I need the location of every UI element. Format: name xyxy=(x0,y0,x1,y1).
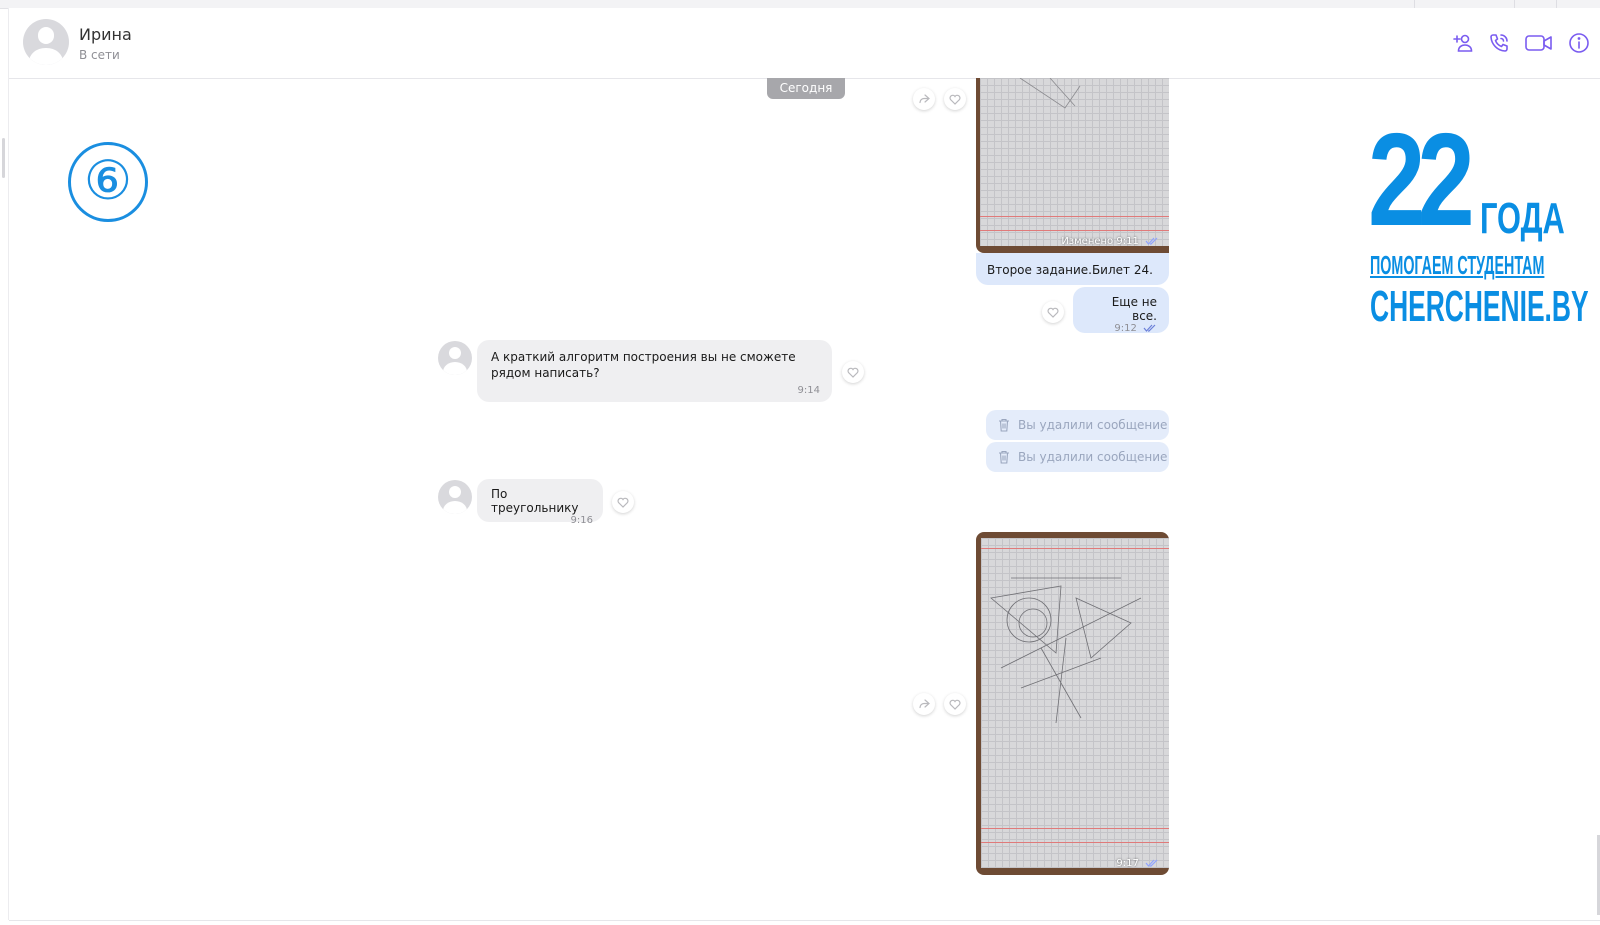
like-button[interactable] xyxy=(612,491,634,513)
like-button[interactable] xyxy=(842,361,864,383)
drawing-lines xyxy=(1019,78,1081,109)
phone-icon[interactable] xyxy=(1488,32,1510,54)
message-time: 9:14 xyxy=(797,385,820,396)
deleted-message[interactable]: Вы удалили сообщение xyxy=(986,410,1169,440)
left-scroll-handle[interactable] xyxy=(2,138,5,178)
contact-status: В сети xyxy=(79,48,120,62)
add-user-icon[interactable] xyxy=(1452,32,1474,54)
photo-message[interactable]: 9:17 xyxy=(976,532,1169,875)
brand-site: CHERCHENIE.BY xyxy=(1370,282,1589,331)
deleted-label: Вы удалили сообщение xyxy=(1018,450,1168,464)
contact-avatar[interactable] xyxy=(23,19,69,65)
photo-message[interactable]: Изменено 9:11 xyxy=(976,78,1169,253)
left-divider xyxy=(8,8,9,920)
share-button[interactable] xyxy=(913,88,935,110)
sender-avatar[interactable] xyxy=(438,480,472,514)
step-number-badge: ⑥ xyxy=(68,142,148,222)
tab-segment xyxy=(1556,0,1600,8)
message-text: По треугольнику xyxy=(491,487,579,515)
sender-avatar[interactable] xyxy=(438,341,472,375)
header-actions xyxy=(1452,32,1590,54)
chat-header: Ирина В сети xyxy=(9,8,1600,79)
message-text: Еще не все. xyxy=(1111,295,1157,323)
video-icon[interactable] xyxy=(1524,32,1554,54)
deleted-message[interactable]: Вы удалили сообщение xyxy=(986,442,1169,472)
brand-years-word: ГОДА xyxy=(1480,194,1565,243)
trash-icon xyxy=(999,450,1009,464)
brand-tagline: ПОМОГАЕМ СТУДЕНТАМ xyxy=(1370,250,1545,280)
like-button[interactable] xyxy=(944,693,966,715)
drawing-lines xyxy=(990,577,1142,724)
photo-time: 9:17 xyxy=(1116,858,1159,869)
brand-logo: 22 ГОДА ПОМОГАЕМ СТУДЕНТАМ CHERCHENIE.BY xyxy=(1368,106,1589,332)
outgoing-message[interactable]: Еще не все. 9:12 xyxy=(1073,287,1169,334)
incoming-message[interactable]: А краткий алгоритм построения вы не смож… xyxy=(477,340,832,402)
message-time: 9:16 xyxy=(570,515,593,526)
incoming-message[interactable]: По треугольнику 9:16 xyxy=(477,479,603,526)
contact-name[interactable]: Ирина xyxy=(79,25,132,44)
deleted-label: Вы удалили сообщение xyxy=(1018,418,1168,432)
brand-years: 22 xyxy=(1368,106,1475,253)
photo-caption: Второе задание.Билет 24. xyxy=(976,253,1169,285)
message-text: А краткий алгоритм построения вы не смож… xyxy=(491,350,796,380)
info-icon[interactable] xyxy=(1568,32,1590,54)
tab-segment xyxy=(1414,0,1515,8)
trash-icon xyxy=(999,418,1009,432)
like-button[interactable] xyxy=(944,88,966,110)
composer-divider xyxy=(9,920,1600,921)
tab-segment xyxy=(1514,0,1557,8)
like-button[interactable] xyxy=(1042,301,1064,323)
message-time: 9:12 xyxy=(1085,323,1157,334)
date-separator: Сегодня xyxy=(767,78,845,99)
notebook-photo xyxy=(980,78,1169,246)
share-button[interactable] xyxy=(913,693,935,715)
photo-time: Изменено 9:11 xyxy=(1061,236,1159,247)
notebook-photo xyxy=(981,538,1169,868)
